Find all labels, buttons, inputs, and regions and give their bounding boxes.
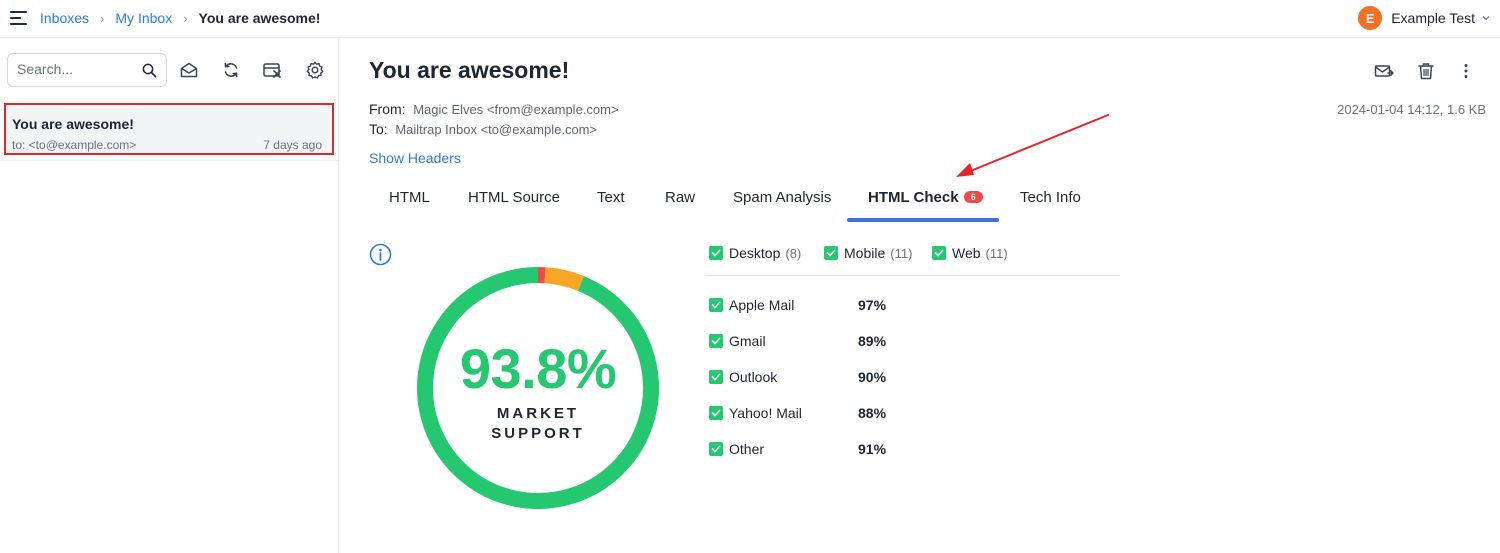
tab-text[interactable]: Text bbox=[597, 189, 625, 206]
from-row: From: Magic Elves <from@example.com> bbox=[369, 101, 619, 117]
client-support: 90% bbox=[858, 369, 887, 385]
from-label: From: bbox=[369, 101, 406, 117]
checkbox-checked-icon[interactable] bbox=[932, 246, 946, 260]
show-headers-link[interactable]: Show Headers bbox=[369, 150, 461, 166]
message-list-item[interactable]: You are awesome! to: <to@example.com> 7 … bbox=[4, 103, 334, 155]
client-support: 88% bbox=[858, 405, 887, 421]
market-label: MARKET bbox=[496, 405, 580, 422]
client-name: Gmail bbox=[729, 333, 766, 349]
tab-tech-info[interactable]: Tech Info bbox=[1020, 189, 1081, 206]
filter-count: (11) bbox=[985, 245, 1008, 261]
tab-html[interactable]: HTML bbox=[389, 189, 430, 206]
filter-web[interactable]: Web (11) bbox=[932, 245, 1008, 261]
tab-raw[interactable]: Raw bbox=[665, 189, 695, 206]
active-tab-indicator bbox=[847, 218, 999, 222]
client-yahoo-mail[interactable]: Yahoo! Mail bbox=[709, 405, 802, 421]
top-bar: Inboxes › My Inbox › You are awesome! E … bbox=[0, 0, 1500, 38]
message-title: You are awesome! bbox=[369, 57, 570, 83]
filter-desktop[interactable]: Desktop (8) bbox=[709, 245, 801, 261]
checkbox-checked-icon[interactable] bbox=[709, 298, 723, 312]
annotation-arrow-icon bbox=[956, 114, 1109, 177]
sidebar: You are awesome! to: <to@example.com> 7 … bbox=[0, 38, 339, 553]
search-box bbox=[7, 53, 167, 87]
menu-icon[interactable] bbox=[10, 11, 27, 25]
message-recipient: to: <to@example.com> bbox=[12, 138, 137, 152]
client-gmail[interactable]: Gmail bbox=[709, 333, 766, 349]
search-input[interactable] bbox=[17, 61, 135, 77]
support-label: SUPPORT bbox=[491, 425, 585, 442]
filter-count: (8) bbox=[785, 245, 802, 261]
market-support-value: 93.8% bbox=[459, 337, 617, 400]
market-support-label: MARKET SUPPORT bbox=[410, 404, 666, 444]
client-support: 91% bbox=[858, 441, 887, 457]
message-meta: 2024-01-04 14:12, 1.6 KB bbox=[1337, 102, 1486, 117]
tab-spam-analysis[interactable]: Spam Analysis bbox=[733, 189, 831, 206]
tab-html-source[interactable]: HTML Source bbox=[468, 189, 560, 206]
tab-html-check[interactable]: HTML Check 6 bbox=[868, 189, 983, 206]
client-name: Apple Mail bbox=[729, 297, 795, 313]
message-time: 7 days ago bbox=[263, 138, 322, 152]
search-icon[interactable] bbox=[142, 63, 157, 78]
chevron-down-icon bbox=[1482, 16, 1490, 21]
info-icon[interactable] bbox=[369, 243, 392, 266]
user-name: Example Test bbox=[1391, 10, 1475, 26]
clear-inbox-icon[interactable] bbox=[262, 60, 282, 80]
breadcrumb-my-inbox[interactable]: My Inbox bbox=[115, 10, 172, 26]
to-label: To: bbox=[369, 121, 388, 137]
to-value: Mailtrap Inbox <to@example.com> bbox=[395, 122, 598, 137]
client-support: 97% bbox=[858, 297, 887, 313]
checkbox-checked-icon[interactable] bbox=[709, 406, 723, 420]
client-name: Outlook bbox=[729, 369, 778, 385]
filter-count: (11) bbox=[890, 245, 913, 261]
client-other[interactable]: Other bbox=[709, 441, 764, 457]
filter-label: Desktop bbox=[729, 245, 781, 261]
message-subject: You are awesome! bbox=[12, 116, 134, 132]
gear-icon[interactable] bbox=[305, 60, 325, 80]
breadcrumb-inboxes[interactable]: Inboxes bbox=[40, 10, 89, 26]
client-outlook[interactable]: Outlook bbox=[709, 369, 777, 385]
trash-icon[interactable] bbox=[1416, 61, 1436, 81]
client-support: 89% bbox=[858, 333, 887, 349]
user-menu[interactable]: E Example Test bbox=[1358, 6, 1490, 30]
checkbox-checked-icon[interactable] bbox=[709, 334, 723, 348]
breadcrumb-separator: › bbox=[183, 10, 188, 26]
more-vertical-icon[interactable] bbox=[1456, 61, 1476, 81]
client-name: Yahoo! Mail bbox=[729, 405, 802, 421]
from-value: Magic Elves <from@example.com> bbox=[413, 102, 619, 117]
filter-label: Mobile bbox=[844, 245, 886, 261]
breadcrumb-separator: › bbox=[100, 10, 105, 26]
client-name: Other bbox=[729, 441, 765, 457]
to-row: To: Mailtrap Inbox <to@example.com> bbox=[369, 121, 597, 137]
checkbox-checked-icon[interactable] bbox=[709, 442, 723, 456]
checkbox-checked-icon[interactable] bbox=[709, 246, 723, 260]
divider bbox=[705, 275, 1120, 276]
tab-badge: 6 bbox=[963, 191, 983, 203]
breadcrumb-current: You are awesome! bbox=[198, 10, 321, 26]
breadcrumb: Inboxes › My Inbox › You are awesome! bbox=[40, 10, 320, 26]
divider bbox=[0, 160, 338, 161]
tab-html-check-label: HTML Check bbox=[868, 189, 959, 206]
forward-icon[interactable] bbox=[1374, 61, 1394, 81]
envelope-open-icon[interactable] bbox=[179, 60, 199, 80]
filter-label: Web bbox=[952, 245, 981, 261]
filter-mobile[interactable]: Mobile (11) bbox=[824, 245, 912, 261]
avatar: E bbox=[1358, 6, 1383, 30]
donut-segment-partial bbox=[544, 267, 584, 291]
checkbox-checked-icon[interactable] bbox=[824, 246, 838, 260]
refresh-icon[interactable] bbox=[221, 60, 241, 80]
client-apple-mail[interactable]: Apple Mail bbox=[709, 297, 794, 313]
checkbox-checked-icon[interactable] bbox=[709, 370, 723, 384]
